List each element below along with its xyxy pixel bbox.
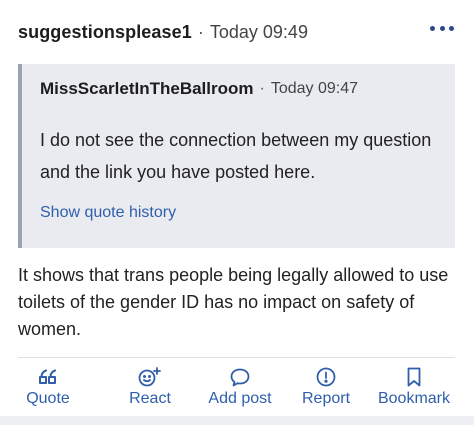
more-dot xyxy=(439,25,445,31)
report-button-label: Report xyxy=(301,390,351,407)
quote-author[interactable]: MissScarletInTheBallroom xyxy=(40,79,254,99)
quote-timestamp[interactable]: Today 09:47 xyxy=(271,80,358,98)
alert-circle-icon xyxy=(315,366,337,388)
add-post-button-label: Add post xyxy=(208,390,272,407)
speech-bubble-icon xyxy=(229,366,251,388)
post-timestamp[interactable]: Today 09:49 xyxy=(210,22,308,43)
post-bottom-band xyxy=(0,416,474,425)
quote-button-label: Quote xyxy=(26,390,70,407)
header-separator: · xyxy=(197,21,204,42)
forum-post: suggestionsplease1 · Today 09:49 MissSca… xyxy=(0,0,474,425)
post-body: It shows that trans people being legally… xyxy=(18,265,449,339)
show-quote-history-link[interactable]: Show quote history xyxy=(40,204,176,222)
divider xyxy=(18,357,455,358)
bookmark-button-label: Bookmark xyxy=(377,390,451,407)
more-options-icon[interactable] xyxy=(430,18,454,38)
emoji-plus-icon xyxy=(137,366,163,388)
quote-block: MissScarletInTheBallroom · Today 09:47 I… xyxy=(18,64,455,248)
post-actions: Quote React Add post Report Bookmark xyxy=(18,366,458,416)
react-button-label: React xyxy=(129,390,171,407)
bookmark-icon xyxy=(405,366,423,388)
quote-text: I do not see the connection between my q… xyxy=(40,130,432,182)
post-author[interactable]: suggestionsplease1 xyxy=(18,22,192,43)
quote-header: MissScarletInTheBallroom · Today 09:47 xyxy=(40,78,358,100)
post-header: suggestionsplease1 · Today 09:49 xyxy=(18,20,308,44)
more-dot xyxy=(449,25,454,31)
quote-icon xyxy=(37,366,59,388)
react-button[interactable]: React xyxy=(120,366,180,412)
bookmark-button[interactable]: Bookmark xyxy=(372,366,456,412)
add-post-button[interactable]: Add post xyxy=(200,366,280,412)
quote-button[interactable]: Quote xyxy=(22,366,74,412)
more-dot xyxy=(430,25,435,31)
report-button[interactable]: Report xyxy=(295,366,357,412)
quote-separator: · xyxy=(259,80,265,97)
